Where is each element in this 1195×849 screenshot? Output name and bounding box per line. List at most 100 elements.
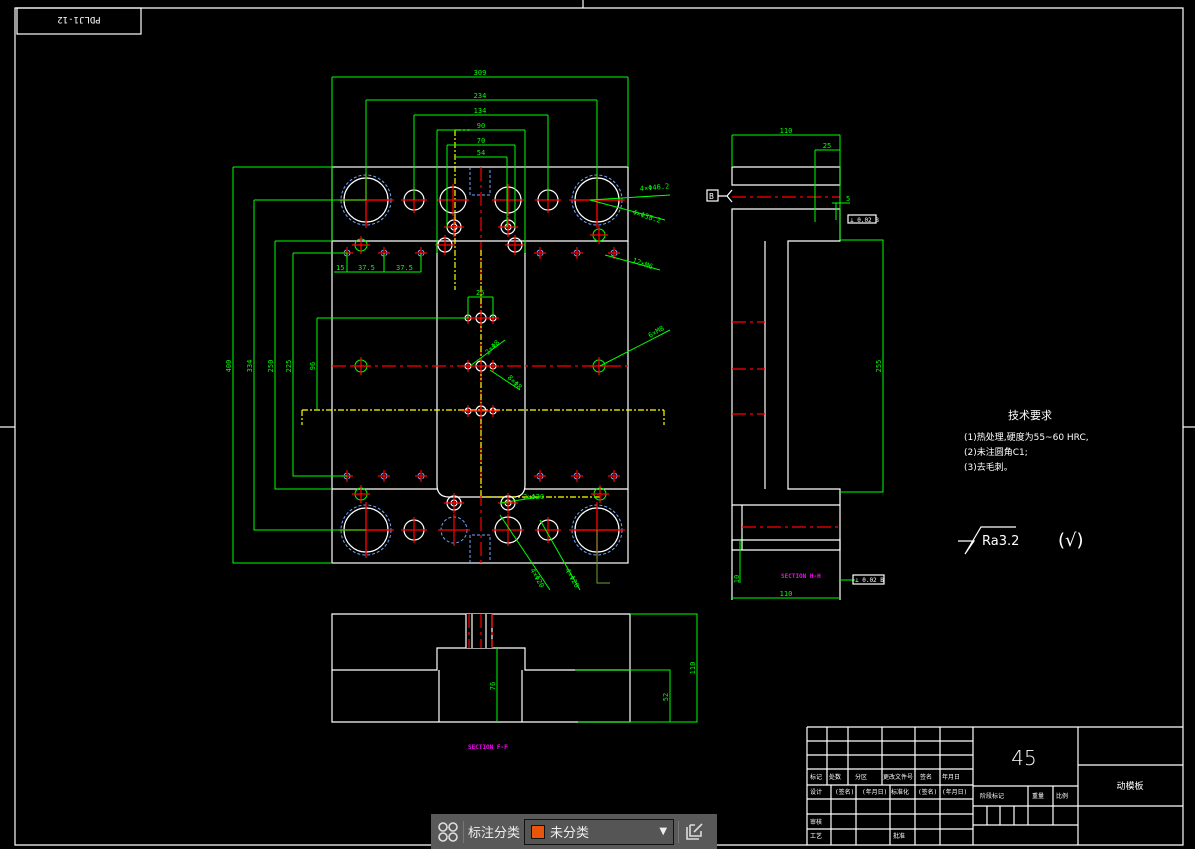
section-dim-110: 110 [689,662,697,675]
callout-7: 2×Φ20 [523,493,544,501]
tb-r1-0: 标记 [810,773,822,781]
technical-requirements: 技术要求 (1)热处理,硬度为55~60 HRC, (2)未注圆角C1; (3)… [964,409,1089,473]
hole-centerline [448,497,460,509]
grid-icon[interactable] [437,821,459,843]
dim-25: 25 [476,289,484,297]
side-view: B ⊥ 0.02 B ⊥ 0.02 B 110 25 5 255 110 10 … [706,127,885,600]
edit-icon[interactable] [683,821,705,843]
hole-centerline [401,517,427,543]
dim-90: 90 [477,122,485,130]
hole-centerline [487,360,499,372]
dim-15: 15 [336,264,344,272]
callout-2: 4×Φ38.2 [631,208,662,225]
tb-r2-5: (年月日) [942,788,967,796]
tb-r1-3: 更改文件号 [883,773,913,781]
side-dim-10: 10 [733,575,741,583]
side-dim-5: 5 [846,195,850,203]
top-view [301,129,665,564]
section-dim-52: 52 [662,693,670,701]
dim-37-5b: 37.5 [396,264,413,272]
tech-title: 技术要求 [1008,409,1052,422]
tb-weight: 重量 [1032,792,1044,800]
hole-centerline [378,470,390,482]
side-dim-25: 25 [823,142,831,150]
category-color-swatch [531,824,546,839]
hole-centerline [502,221,514,233]
hole-centerline [352,236,370,254]
cad-drawing-canvas[interactable]: PDLJ1-12 309 234 134 90 70 54 400 334 25… [0,0,1195,849]
callout-1: 4×Φ46.2 [639,182,669,193]
callout-5: 2×Φ8 [484,339,502,357]
hole-centerline [473,310,489,326]
tb-r2-2: (年月日) [862,788,887,796]
divider [463,820,464,843]
divider [678,820,680,843]
hole-centerline [502,497,514,509]
section-ff-label: SECTION F-F [468,744,508,751]
side-dim-255: 255 [875,360,883,373]
tb-material: 45 [1011,746,1036,770]
hole-centerline [608,470,620,482]
callout-3: 12×M6 [631,256,654,271]
side-dim-110-bottom: 110 [780,590,793,598]
hole-centerline [590,357,608,375]
tb-stage: 阶段标记 [980,792,1004,800]
section-hh-label: SECTION H-H [781,573,821,580]
hole-centerline [448,221,460,233]
hole-centerline [473,358,489,374]
category-select[interactable]: 未分类 ▼ [524,818,675,845]
dim-96: 96 [309,362,317,370]
hole-centerline [473,403,489,419]
tb-r2-3: 标准化 [891,788,909,796]
tb-r1-4: 签名 [920,773,932,781]
frame-label: PDLJ1-12 [57,14,100,24]
annotation-category-label: 标注分类 [468,826,521,841]
top-view-dimensions: 309 234 134 90 70 54 400 334 250 225 96 … [225,69,671,591]
tolerance-frame-1: ⊥ 0.02 B [850,217,879,224]
hole-centerline [591,485,609,503]
roughness-other: (√) [1058,530,1084,551]
datum-b: B [709,192,714,201]
dim-334: 334 [246,360,254,373]
tech-item-2: (2)未注圆角C1; [964,446,1028,458]
tb-process: 工艺 [810,832,822,840]
hole-centerline [352,485,370,503]
dim-37-5a: 37.5 [358,264,375,272]
tech-item-3: (3)去毛刺。 [964,461,1013,473]
tb-scale: 比例 [1056,792,1068,800]
dim-250: 250 [267,360,275,373]
hole-centerline [492,184,524,216]
hole-centerline [462,405,474,417]
annotation-toolbar: 标注分类 未分类 ▼ [431,814,717,849]
tb-approve: 批准 [893,832,905,840]
dim-54: 54 [477,149,485,157]
dropdown-arrow-icon[interactable]: ▼ [659,826,667,837]
tech-item-1: (1)热处理,硬度为55~60 HRC, [964,431,1089,443]
hole-centerline [435,235,455,255]
hole-centerline [534,247,546,259]
tb-r2-1: (签名) [835,788,854,796]
hole-centerline [487,405,499,417]
hole-centerline [415,470,427,482]
tb-r1-5: 年月日 [942,773,960,781]
tb-r2-4: (签名) [918,788,937,796]
hole-centerline [571,470,583,482]
hole-centerline [462,360,474,372]
section-dim-76: 76 [489,682,497,690]
hole-centerline [505,235,525,255]
dim-309: 309 [474,69,487,77]
surface-finish-symbol: Ra3.2 (√) [958,526,1084,555]
tolerance-frame-2: ⊥ 0.02 B [855,577,884,584]
callout-8: 4×Φ20 [528,567,545,589]
roughness-value: Ra3.2 [982,534,1019,549]
hole-centerline [352,357,370,375]
tb-r2-0: 设计 [810,788,822,796]
tb-r1-2: 分区 [855,773,867,781]
title-block: 标记 处数 分区 更改文件号 签名 年月日 设计 (签名) (年月日) 标准化 … [806,726,1183,845]
tb-review: 审核 [810,818,822,826]
hole-centerline [437,184,469,216]
tb-r1-1: 处数 [829,773,841,781]
side-dim-110-top: 110 [780,127,793,135]
hole-centerline [535,517,561,543]
dim-225: 225 [285,360,293,373]
